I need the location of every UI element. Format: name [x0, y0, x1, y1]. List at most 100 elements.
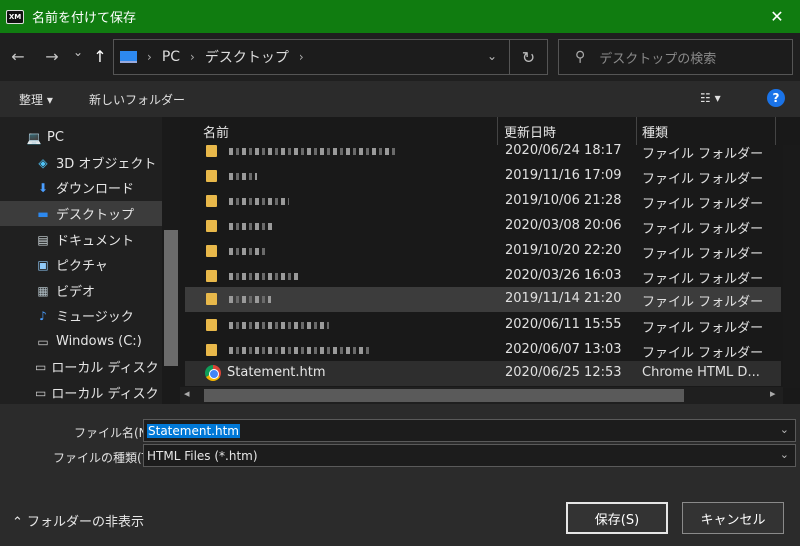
- folder-row[interactable]: 2020/06/24 18:17 ファイル フォルダー: [185, 139, 781, 164]
- folder-icon: [206, 220, 217, 232]
- search-placeholder: デスクトップの検索: [599, 51, 717, 67]
- sidebar-item-music[interactable]: ♪ ミュージック: [0, 303, 162, 328]
- organize-menu[interactable]: 整理 ▾: [19, 91, 53, 108]
- sidebar-item-label: Windows (C:): [56, 334, 142, 349]
- breadcrumb-desktop[interactable]: デスクトップ: [205, 47, 289, 67]
- row-type: ファイル フォルダー: [642, 321, 764, 336]
- filename-field[interactable]: Statement.htm ⌄: [143, 419, 796, 442]
- address-bar[interactable]: › PC › デスクトップ › ⌄ ↻: [113, 39, 548, 75]
- sidebar-item-label: ビデオ: [56, 285, 96, 300]
- help-icon[interactable]: ?: [767, 89, 785, 107]
- sort-ascending-icon: ^: [342, 117, 352, 124]
- address-dropdown-button[interactable]: ⌄: [487, 49, 497, 63]
- file-list-vertical-scrollbar[interactable]: [783, 145, 800, 388]
- breadcrumb-separator-icon: ›: [190, 50, 195, 64]
- scroll-left-icon[interactable]: ◂: [184, 387, 190, 400]
- back-arrow-icon: ←: [11, 47, 25, 66]
- scroll-right-icon[interactable]: ▸: [770, 387, 776, 400]
- breadcrumb-separator-icon: ›: [298, 50, 304, 64]
- row-type: ファイル フォルダー: [642, 172, 764, 187]
- folder-row[interactable]: 2020/06/11 15:55 ファイル フォルダー: [185, 313, 781, 338]
- sidebar-item-documents[interactable]: ▤ ドキュメント: [0, 227, 162, 252]
- close-icon: ✕: [770, 7, 784, 26]
- refresh-button[interactable]: ↻: [509, 40, 547, 74]
- save-button[interactable]: 保存(S): [566, 502, 668, 534]
- sidebar-item-label: ミュージック: [56, 310, 134, 325]
- redacted-folder-name: [229, 173, 257, 180]
- search-icon: ⚲: [575, 49, 586, 65]
- folder-row[interactable]: 2020/06/07 13:03 ファイル フォルダー: [185, 338, 781, 363]
- chrome-icon: [205, 365, 221, 381]
- forward-button[interactable]: →: [42, 47, 62, 66]
- sidebar-item-label: ドキュメント: [56, 234, 135, 249]
- back-button[interactable]: ←: [8, 47, 28, 66]
- row-modified: 2020/03/26 16:03: [505, 268, 622, 283]
- row-modified: 2019/10/20 22:20: [505, 243, 622, 258]
- redacted-folder-name: [229, 273, 301, 280]
- row-modified: 2020/06/07 13:03: [505, 342, 622, 357]
- sidebar-item-3d-objects[interactable]: ◈ 3D オブジェクト: [0, 150, 162, 175]
- folder-row[interactable]: 2019/10/06 21:28 ファイル フォルダー: [185, 189, 781, 214]
- column-header-label: 更新日時: [504, 125, 557, 141]
- desktop-icon: [120, 51, 137, 63]
- sidebar-item-desktop[interactable]: ▬ デスクトップ: [0, 201, 162, 226]
- file-row[interactable]: Statement.htm 2020/06/25 12:53 Chrome HT…: [185, 361, 781, 386]
- sidebar-item-pc[interactable]: 💻 PC: [0, 125, 162, 150]
- folder-icon: [206, 170, 217, 182]
- sidebar-item-local-disk-i[interactable]: ▭ ローカル ディスク (I:: [0, 354, 176, 379]
- breadcrumb-separator-icon: ›: [147, 50, 152, 64]
- folder-row[interactable]: 2019/11/16 17:09 ファイル フォルダー: [185, 164, 781, 189]
- sidebar-item-label: PC: [47, 130, 64, 145]
- music-note-icon: ♪: [39, 308, 47, 323]
- window-title: 名前を付けて保存: [32, 11, 137, 26]
- folder-row[interactable]: 2020/03/26 16:03 ファイル フォルダー: [185, 264, 781, 289]
- drive-icon: ▭: [35, 359, 47, 374]
- sidebar-item-windows-c[interactable]: ▭ Windows (C:): [0, 329, 162, 354]
- sidebar-item-videos[interactable]: ▦ ビデオ: [0, 278, 162, 303]
- title-bar: XM 名前を付けて保存 ✕: [0, 0, 800, 33]
- refresh-icon: ↻: [521, 47, 536, 67]
- drive-icon: ▭: [35, 385, 47, 400]
- sidebar-item-downloads[interactable]: ⬇ ダウンロード: [0, 175, 162, 200]
- column-header-label: 種類: [642, 125, 669, 141]
- folder-icon: [206, 145, 217, 157]
- folder-icon: [206, 344, 217, 356]
- redacted-folder-name: [229, 296, 271, 303]
- new-folder-button[interactable]: 新しいフォルダー: [89, 91, 185, 108]
- row-type: ファイル フォルダー: [642, 247, 764, 262]
- folder-icon: [206, 270, 217, 282]
- cube-icon: ◈: [38, 155, 48, 170]
- sidebar-scrollbar-thumb[interactable]: [164, 230, 178, 366]
- redacted-folder-name: [229, 148, 397, 155]
- recent-locations-button[interactable]: ⌄: [68, 45, 88, 59]
- row-modified: 2019/11/14 21:20: [505, 291, 622, 306]
- folder-row[interactable]: 2019/11/14 21:20 ファイル フォルダー: [185, 287, 781, 312]
- chevron-down-icon[interactable]: ⌄: [780, 423, 789, 436]
- filetype-select[interactable]: HTML Files (*.htm) ⌄: [143, 444, 796, 467]
- row-modified: 2019/11/16 17:09: [505, 168, 622, 183]
- breadcrumb-pc[interactable]: PC: [162, 49, 180, 65]
- chevron-down-icon: ⌄: [72, 45, 84, 59]
- row-type: ファイル フォルダー: [642, 222, 764, 237]
- row-type: ファイル フォルダー: [642, 272, 764, 287]
- close-button[interactable]: ✕: [754, 0, 800, 33]
- row-type: ファイル フォルダー: [642, 197, 764, 212]
- row-type: ファイル フォルダー: [642, 295, 764, 310]
- sidebar-item-local-disk-j[interactable]: ▭ ローカル ディスク (J:: [0, 380, 176, 404]
- row-modified: 2020/06/24 18:17: [505, 143, 622, 158]
- search-input[interactable]: ⚲ デスクトップの検索: [558, 39, 793, 75]
- chevron-down-icon: ⌄: [779, 448, 789, 461]
- document-icon: ▤: [37, 232, 49, 247]
- column-header-label: 名前: [203, 125, 230, 141]
- horizontal-scrollbar-thumb[interactable]: [204, 389, 684, 402]
- view-options-button[interactable]: ☷ ▾: [700, 91, 721, 105]
- hide-folders-toggle[interactable]: ⌃ フォルダーの非表示: [12, 511, 144, 530]
- cancel-button[interactable]: キャンセル: [682, 502, 784, 534]
- folder-row[interactable]: 2019/10/20 22:20 ファイル フォルダー: [185, 239, 781, 264]
- sidebar-item-pictures[interactable]: ▣ ピクチャ: [0, 252, 162, 277]
- row-type: ファイル フォルダー: [642, 147, 764, 162]
- folder-row[interactable]: 2020/03/08 20:06 ファイル フォルダー: [185, 214, 781, 239]
- sidebar-item-label: デスクトップ: [56, 208, 135, 223]
- redacted-folder-name: [229, 223, 275, 230]
- up-button[interactable]: ↑: [90, 47, 110, 66]
